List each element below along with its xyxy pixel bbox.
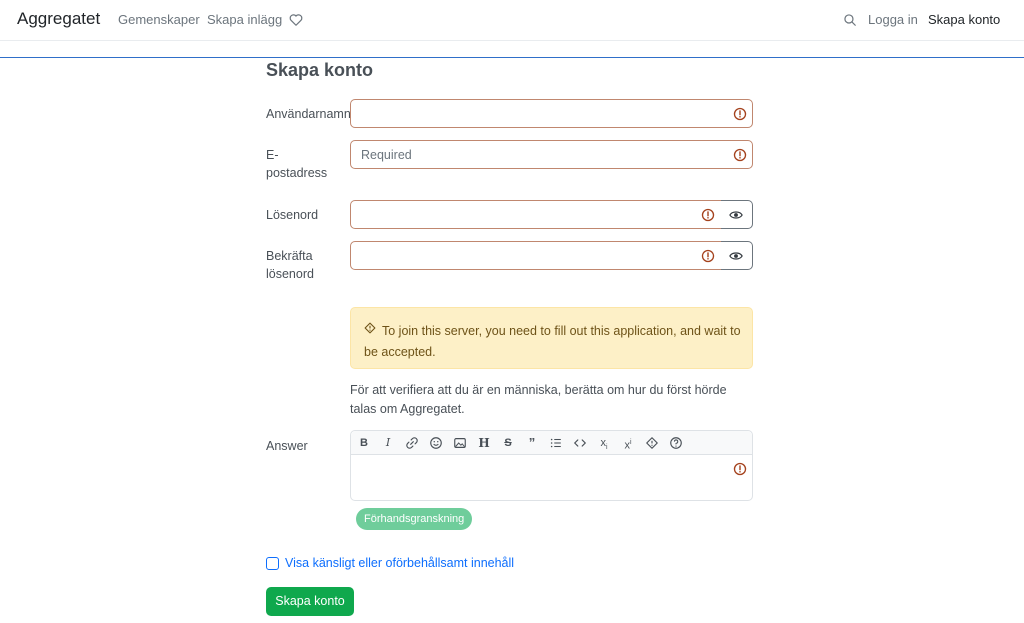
nsfw-checkbox[interactable]	[266, 557, 279, 570]
answer-label: Answer	[266, 439, 308, 453]
username-input[interactable]	[350, 99, 753, 128]
show-password-button[interactable]	[721, 200, 753, 229]
answer-editor[interactable]: B I H S ” xi xi	[350, 430, 753, 501]
show-confirm-password-button[interactable]	[721, 241, 753, 270]
italic-icon[interactable]: I	[381, 436, 395, 450]
application-alert: To join this server, you need to fill ou…	[350, 307, 753, 369]
subscript-icon[interactable]: xi	[597, 436, 611, 451]
confirm-password-input[interactable]	[350, 241, 722, 270]
error-icon	[733, 107, 747, 121]
application-alert-text: To join this server, you need to fill ou…	[364, 324, 741, 359]
page-title: Skapa konto	[266, 60, 374, 80]
email-field[interactable]: Required	[350, 140, 753, 169]
verification-question: För att verifiera att du är en människa,…	[350, 383, 727, 416]
nav-link-create-post[interactable]: Skapa inlägg	[207, 12, 282, 27]
error-icon	[701, 249, 715, 263]
header-icon[interactable]: H	[477, 436, 491, 450]
email-placeholder: Required	[361, 148, 412, 162]
spoiler-icon[interactable]	[645, 436, 659, 450]
emoji-icon[interactable]	[429, 436, 443, 450]
code-icon[interactable]	[573, 436, 587, 450]
search-icon[interactable]	[843, 13, 857, 27]
preview-button[interactable]: Förhandsgranskning	[356, 508, 473, 530]
username-label: Användarnamn	[266, 107, 351, 121]
email-label-line1: E-	[266, 148, 279, 162]
image-icon[interactable]	[453, 436, 467, 450]
markdown-toolbar: B I H S ” xi xi	[351, 431, 752, 455]
strikethrough-icon[interactable]: S	[501, 436, 515, 450]
error-icon	[733, 148, 747, 162]
password-label: Lösenord	[266, 208, 319, 222]
header-divider	[0, 57, 1024, 58]
login-link[interactable]: Logga in	[868, 12, 918, 27]
create-account-button[interactable]: Skapa konto	[266, 587, 354, 616]
error-icon	[701, 208, 715, 222]
help-icon[interactable]	[669, 436, 683, 450]
list-icon[interactable]	[549, 436, 563, 450]
eye-icon	[729, 252, 743, 260]
nsfw-checkbox-label[interactable]: Visa känsligt eller oförbehållsamt inneh…	[285, 556, 514, 570]
email-label-line2: postadress	[266, 166, 328, 180]
link-icon[interactable]	[405, 436, 419, 450]
bold-icon[interactable]: B	[357, 436, 371, 450]
heart-icon[interactable]	[289, 13, 303, 27]
password-input[interactable]	[350, 200, 722, 229]
superscript-icon[interactable]: xi	[621, 436, 635, 452]
error-icon	[733, 462, 747, 476]
confirm-password-label-line2: lösenord	[266, 267, 314, 281]
eye-icon	[729, 211, 743, 219]
navbar: Aggregatet Gemenskaper Skapa inlägg Logg…	[0, 0, 1024, 41]
signup-link[interactable]: Skapa konto	[928, 12, 1000, 27]
quote-icon[interactable]: ”	[525, 436, 539, 450]
brand-link[interactable]: Aggregatet	[17, 9, 100, 29]
confirm-password-label-line1: Bekräfta	[266, 249, 313, 263]
nav-link-communities[interactable]: Gemenskaper	[118, 12, 200, 27]
